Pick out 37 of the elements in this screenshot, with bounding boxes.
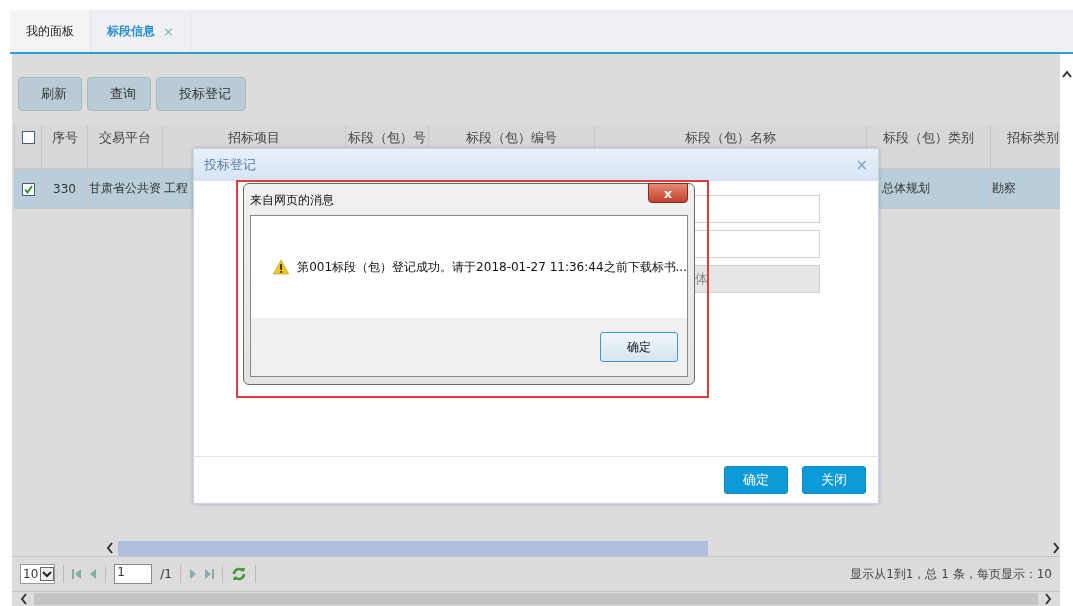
table-cell: 330 [53, 181, 76, 196]
scrollbar-thumb[interactable] [34, 593, 1038, 605]
page-size-select[interactable]: 10 [20, 564, 56, 584]
page-input[interactable]: 1 [114, 564, 153, 584]
tab-label: 我的面板 [26, 22, 74, 40]
dropdown-icon[interactable] [40, 567, 55, 581]
message-text: 第001标段（包）登记成功。请于2018-01-27 11:36:44之前下载标书... [297, 258, 687, 276]
scroll-right-icon[interactable] [1044, 593, 1052, 605]
check-icon [23, 184, 33, 194]
table-cell: 甘肃省公共资 [89, 181, 161, 195]
toolbar-button[interactable]: 投标登记 [156, 77, 246, 111]
toolbar-button[interactable]: 刷新 [18, 77, 82, 111]
page-total: /1 [160, 567, 172, 581]
scroll-right-icon[interactable] [1052, 542, 1060, 554]
ok-button[interactable]: 确定 [600, 332, 678, 362]
close-button[interactable]: x [648, 183, 688, 203]
column-header: 序号 [41, 125, 88, 169]
tab-label: 标段信息 [107, 22, 155, 40]
table-cell: 工程 [164, 181, 188, 195]
input-field[interactable] [692, 230, 820, 258]
toolbar-button[interactable]: 查询 [87, 77, 151, 111]
input-field[interactable] [692, 195, 820, 223]
scroll-left-icon[interactable] [106, 542, 114, 554]
column-header: 交易平台 [87, 125, 163, 169]
scroll-up-icon[interactable] [1061, 70, 1072, 78]
pager-summary: 显示从1到1，总 1 条，每页显示：10 [850, 565, 1052, 583]
tab[interactable]: 我的面板 [10, 10, 91, 52]
column-header: 招标类别 [990, 125, 1060, 169]
refresh-icon[interactable] [230, 566, 247, 582]
checkbox[interactable] [21, 182, 35, 196]
scroll-left-icon[interactable] [20, 593, 28, 605]
message-box-title: 来自网页的消息 [250, 192, 334, 209]
checkbox[interactable] [21, 131, 35, 144]
table-cell-text: 总体规划 [881, 181, 930, 195]
table-cell: 勘察 [992, 181, 1016, 195]
scrollbar-thumb[interactable] [118, 540, 708, 556]
column-header: 标段（包）类别 [866, 125, 991, 169]
